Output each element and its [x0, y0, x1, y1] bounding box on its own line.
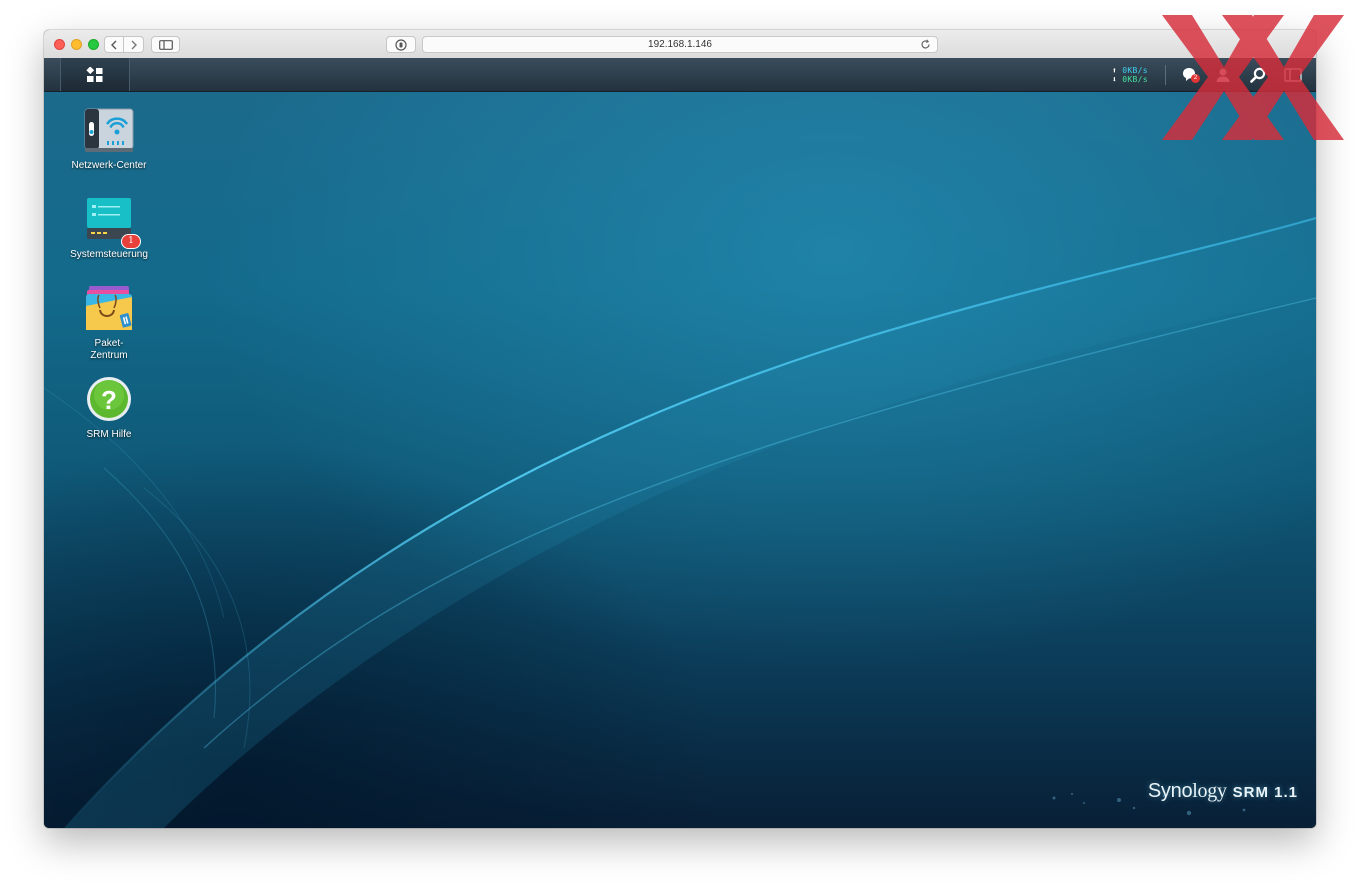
- desktop-icon-netzwerk-center[interactable]: Netzwerk-Center: [50, 106, 168, 172]
- package-center-icon: [83, 284, 135, 336]
- download-arrow-icon: ⬇: [1112, 75, 1118, 84]
- wallpaper-swoosh: [44, 216, 1316, 828]
- browser-toolbar: 192.168.1.146: [44, 30, 1316, 59]
- zoom-window-button[interactable]: [88, 39, 99, 50]
- desktop-icon-srm-hilfe[interactable]: ? SRM Hilfe: [50, 375, 168, 441]
- brand-name-suffix: logy: [1192, 780, 1227, 802]
- sidebar-toggle-button[interactable]: [151, 36, 180, 53]
- upload-speed: 0KB/s: [1122, 66, 1148, 75]
- notification-badge: 1: [121, 234, 141, 249]
- browser-window: 192.168.1.146 ⬆ 0KB/s ⬇ 0KB/s 2 Netzwerk…: [44, 30, 1316, 828]
- privacy-button[interactable]: [386, 36, 416, 53]
- desktop-icon-systemsteuerung[interactable]: 1 Systemsteuerung: [50, 195, 168, 261]
- close-window-button[interactable]: [54, 39, 65, 50]
- back-button[interactable]: [104, 36, 124, 53]
- control-panel-icon: 1: [83, 195, 141, 249]
- chevron-right-icon: [131, 40, 137, 49]
- watermark-logo: [1162, 15, 1344, 140]
- desktop-icon-label-line1: Paket-: [94, 338, 124, 349]
- sidebar-icon: [158, 39, 173, 50]
- shield-icon: [395, 38, 407, 51]
- chevron-left-icon: [111, 40, 117, 49]
- minimize-window-button[interactable]: [71, 39, 82, 50]
- reload-icon[interactable]: [920, 39, 931, 50]
- main-menu-icon: [86, 66, 103, 82]
- network-speed: ⬆ 0KB/s ⬇ 0KB/s: [1112, 66, 1148, 84]
- srm-desktop: ⬆ 0KB/s ⬇ 0KB/s 2 Netzwerk-Center 1 Syst…: [44, 58, 1316, 828]
- synology-srm-logo: Synology SRM 1.1: [1148, 780, 1298, 803]
- desktop-icon-paket-zentrum[interactable]: Paket- Zentrum: [50, 284, 168, 362]
- download-speed: 0KB/s: [1122, 75, 1148, 84]
- brand-name: Syno: [1147, 780, 1193, 802]
- desktop-icon-label: Systemsteuerung: [70, 249, 148, 260]
- desktop-icon-label: SRM Hilfe: [86, 429, 132, 440]
- main-menu-button[interactable]: [60, 58, 130, 91]
- address-text: 192.168.1.146: [648, 39, 712, 50]
- forward-button[interactable]: [124, 36, 144, 53]
- taskbar: ⬆ 0KB/s ⬇ 0KB/s 2: [44, 58, 1316, 92]
- desktop-icon-label: Netzwerk-Center: [71, 160, 147, 171]
- desktop-icon-label-line2: Zentrum: [90, 350, 128, 361]
- product-name: SRM 1.1: [1232, 784, 1298, 801]
- upload-arrow-icon: ⬆: [1112, 66, 1118, 75]
- network-center-icon: [83, 106, 135, 158]
- help-icon: ?: [83, 375, 135, 427]
- svg-text:?: ?: [101, 385, 117, 415]
- address-bar[interactable]: 192.168.1.146: [422, 36, 938, 53]
